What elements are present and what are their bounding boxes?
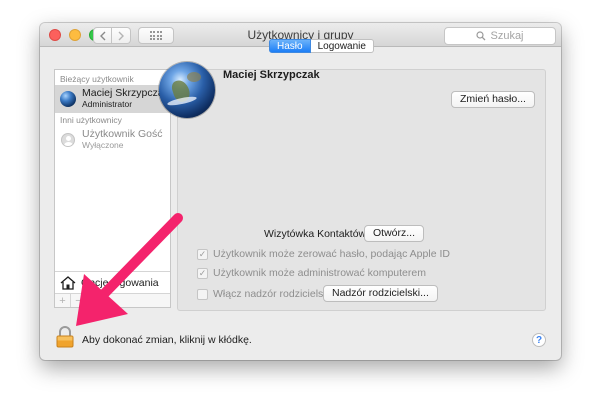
user-full-name: Maciej Skrzypczak — [223, 69, 320, 81]
checkbox-label: Włącz nadzór rodzicielski — [213, 288, 331, 300]
user-name: Maciej Skrzypczak — [82, 87, 169, 99]
contact-card-label: Wizytówka Kontaktów: — [264, 228, 370, 240]
other-users-header: Inni użytkownicy — [60, 115, 122, 125]
tab-password[interactable]: Hasło — [269, 39, 311, 53]
sidebar-item-guest-user[interactable]: Użytkownik Gość Wyłączone — [55, 126, 170, 154]
user-picture[interactable] — [159, 62, 215, 118]
sidebar-item-current-user[interactable]: Maciej Skrzypczak Administrator — [55, 85, 170, 113]
annotation-arrow-icon — [76, 213, 183, 326]
tab-login-items[interactable]: Logowanie — [310, 39, 374, 53]
avatar — [60, 91, 76, 107]
tab-bar: Hasło Logowanie — [269, 39, 374, 53]
parental-controls-button[interactable]: Nadzór rodzicielski... — [323, 285, 438, 302]
enable-parental-controls-checkbox[interactable]: Włącz nadzór rodzicielski — [197, 288, 331, 300]
add-user-button[interactable]: + — [55, 294, 71, 307]
user-role: Administrator — [82, 99, 133, 109]
search-field[interactable]: Szukaj — [444, 27, 556, 45]
allow-admin-checkbox[interactable]: ✓ Użytkownik może administrować komputer… — [197, 267, 426, 279]
allow-reset-password-checkbox[interactable]: ✓ Użytkownik może zerować hasło, podając… — [197, 248, 450, 260]
guest-status: Wyłączone — [82, 140, 124, 150]
checkbox-unchecked-icon — [197, 288, 208, 300]
change-password-button[interactable]: Zmień hasło... — [451, 91, 535, 108]
checkbox-checked-icon: ✓ — [197, 248, 208, 260]
guest-avatar-icon — [61, 133, 75, 147]
checkbox-label: Użytkownik może zerować hasło, podając A… — [213, 248, 450, 260]
checkbox-checked-icon: ✓ — [197, 267, 208, 279]
open-contact-card-button[interactable]: Otwórz... — [364, 225, 425, 242]
search-placeholder: Szukaj — [490, 30, 524, 42]
guest-name: Użytkownik Gość — [82, 128, 163, 140]
current-user-header: Bieżący użytkownik — [60, 74, 134, 84]
help-button[interactable]: ? — [532, 333, 546, 347]
lock-instruction: Aby dokonać zmian, kliknij w kłódkę. — [82, 334, 252, 346]
search-icon — [476, 31, 486, 41]
checkbox-label: Użytkownik może administrować komputerem — [213, 267, 426, 279]
